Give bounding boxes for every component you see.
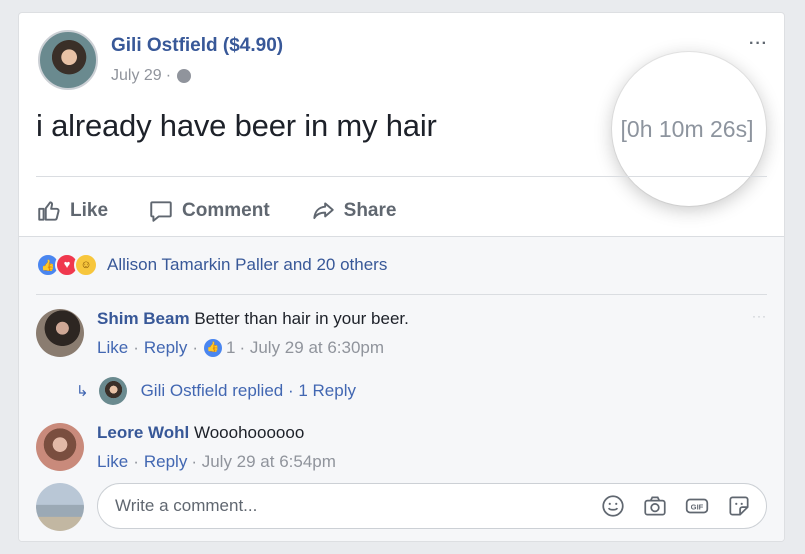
gif-icon[interactable]: GIF (684, 493, 710, 519)
commenter-name[interactable]: Shim Beam (97, 309, 190, 328)
comment-timestamp[interactable]: · July 29 at 6:54pm (191, 452, 336, 472)
comments-section: 👍 ♥ ☺ Allison Tamarkin Paller and 20 oth… (19, 236, 784, 541)
share-button[interactable]: Share (310, 198, 397, 224)
post-author-name[interactable]: Gili Ostfield ($4.90) (111, 35, 283, 57)
separator: · (192, 338, 198, 357)
more-options-icon[interactable]: ··· (749, 35, 768, 53)
comment-text: Wooohoooooo (193, 423, 305, 442)
reactions-summary[interactable]: 👍 ♥ ☺ Allison Tamarkin Paller and 20 oth… (36, 253, 387, 277)
comment-label: Comment (182, 200, 270, 221)
replier-avatar (98, 377, 127, 405)
thumbs-up-icon (38, 201, 60, 221)
post-date[interactable]: July 29 (111, 67, 162, 85)
comment-reply-link[interactable]: Reply (144, 452, 187, 472)
post-date-separator: · (165, 67, 172, 84)
commenter-name[interactable]: Leore Wohl (97, 423, 189, 442)
like-label: Like (70, 200, 109, 221)
haha-reaction-icon: ☺ (74, 253, 98, 277)
comment-placeholder: Write a comment... (115, 496, 258, 515)
svg-text:GIF: GIF (691, 502, 704, 511)
comment-actions: Like · Reply · July 29 at 6:54pm (97, 452, 336, 472)
post-text: i already have beer in my hair (36, 108, 437, 143)
camera-icon[interactable] (642, 493, 668, 519)
comment-like-count[interactable]: 1 (226, 338, 235, 358)
share-label: Share (343, 200, 397, 221)
current-user-avatar (36, 483, 84, 531)
divider (36, 294, 767, 295)
commenter-avatar[interactable] (36, 309, 84, 357)
comment-body: Shim Beam Better than hair in your beer. (97, 309, 409, 329)
post-meta: July 29 · (111, 67, 192, 85)
replies-summary[interactable]: ↳ Gili Ostfield replied · 1 Reply (76, 377, 356, 405)
comment-input[interactable]: Write a comment... GIF (97, 483, 767, 529)
sticker-icon[interactable] (726, 493, 752, 519)
post-actions: Like Comment Share (36, 187, 436, 235)
like-count-icon: 👍 (204, 339, 222, 357)
separator: · (133, 452, 139, 471)
timer-text: [0h 10m 26s] (620, 115, 754, 142)
separator: · (133, 338, 139, 357)
emoji-icon[interactable] (600, 493, 626, 519)
like-button[interactable]: Like (36, 198, 108, 224)
author-avatar[interactable] (38, 30, 98, 90)
comment-actions: Like · Reply · 👍 1 · July 29 at 6:30pm (97, 338, 384, 358)
comment-like-link[interactable]: Like (97, 338, 128, 358)
comment-icon (150, 201, 172, 222)
timer-magnifier: [0h 10m 26s] (612, 52, 766, 206)
divider (36, 176, 767, 177)
replies-text[interactable]: Gili Ostfield replied · 1 Reply (141, 381, 356, 401)
reactors-text[interactable]: Allison Tamarkin Paller and 20 others (107, 255, 387, 275)
comment-item: Leore Wohl Wooohoooooo Like · Reply · Ju… (36, 423, 767, 483)
comment-more-icon[interactable]: ··· (752, 309, 767, 323)
comment-body: Leore Wohl Wooohoooooo (97, 423, 304, 443)
comment-like-link[interactable]: Like (97, 452, 128, 472)
comment-composer: Write a comment... GIF (36, 483, 767, 533)
comment-timestamp[interactable]: · July 29 at 6:30pm (239, 338, 384, 358)
comment-button[interactable]: Comment (148, 198, 270, 224)
share-icon (313, 202, 334, 220)
globe-icon (177, 69, 192, 83)
composer-icons: GIF (600, 493, 752, 519)
comment-text: Better than hair in your beer. (194, 309, 409, 328)
comment-reply-link[interactable]: Reply (144, 338, 187, 358)
commenter-avatar[interactable] (36, 423, 84, 471)
post-card: Gili Ostfield ($4.90) July 29 · ··· i al… (18, 12, 785, 542)
reply-arrow-icon: ↳ (76, 383, 89, 400)
